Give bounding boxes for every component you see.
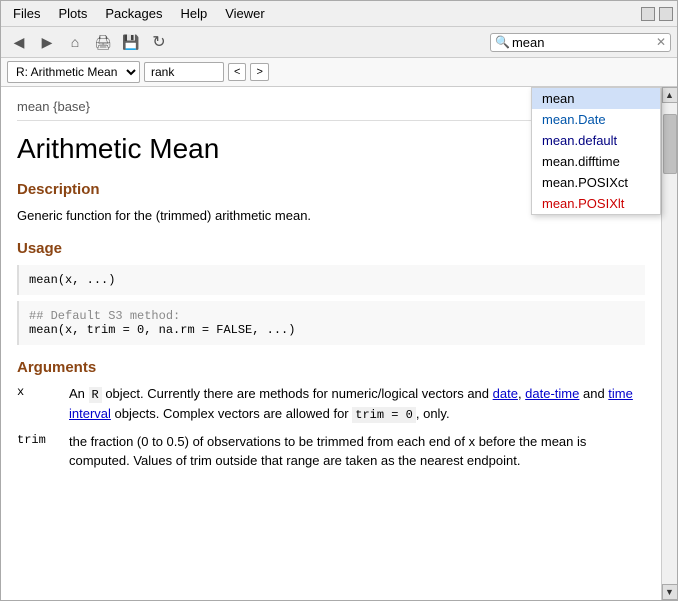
- autocomplete-mean-posixct[interactable]: mean.POSIXct: [532, 172, 660, 193]
- search-clear-icon[interactable]: ✕: [656, 35, 666, 49]
- topic-select[interactable]: R: Arithmetic Mean: [7, 61, 140, 83]
- search-input[interactable]: [512, 35, 652, 50]
- menu-packages[interactable]: Packages: [97, 3, 170, 24]
- home-button[interactable]: ⌂: [63, 30, 87, 54]
- search-icon: 🔍: [495, 35, 510, 49]
- menu-plots[interactable]: Plots: [50, 3, 95, 24]
- rank-input[interactable]: [144, 62, 224, 82]
- link-date-time[interactable]: date-time: [525, 386, 579, 401]
- autocomplete-mean-difftime[interactable]: mean.difftime: [532, 151, 660, 172]
- maximize-btn[interactable]: [659, 7, 673, 21]
- next-button[interactable]: >: [250, 63, 268, 81]
- save-button[interactable]: 💾: [119, 30, 143, 54]
- scrollbar-track[interactable]: [663, 104, 677, 583]
- autocomplete-mean-default[interactable]: mean.default: [532, 130, 660, 151]
- usage-code1: mean(x, ...): [17, 265, 645, 295]
- print-button[interactable]: 🖨: [91, 30, 115, 54]
- navbar: R: Arithmetic Mean < >: [1, 58, 677, 87]
- scrollbar-thumb[interactable]: [663, 114, 677, 174]
- section-usage-title: Usage: [17, 240, 645, 257]
- toolbar: ◀ ▶ ⌂ 🖨 💾 ↻ 🔍 ✕: [1, 27, 677, 58]
- arg-trim-desc: the fraction (0 to 0.5) of observations …: [69, 432, 645, 471]
- scroll-up-btn[interactable]: ▲: [662, 87, 678, 103]
- arg-x-row: x An R object. Currently there are metho…: [17, 384, 645, 424]
- autocomplete-mean-posixlt[interactable]: mean.POSIXlt: [532, 193, 660, 214]
- content-wrapper: mean {base} R Do Arithmetic Mean Descrip…: [1, 87, 677, 600]
- back-button[interactable]: ◀: [7, 30, 31, 54]
- scrollbar: ▲ ▼: [661, 87, 677, 600]
- r-inline: R: [89, 387, 102, 403]
- menu-viewer[interactable]: Viewer: [217, 3, 273, 24]
- doc-header-left: mean {base}: [17, 99, 90, 114]
- menubar: Files Plots Packages Help Viewer: [1, 1, 677, 27]
- autocomplete-dropdown: mean mean.Date mean.default mean.difftim…: [531, 87, 661, 215]
- trim-code: trim = 0: [352, 407, 416, 423]
- usage-code2: ## Default S3 method: mean(x, trim = 0, …: [17, 301, 645, 345]
- section-arguments-title: Arguments: [17, 359, 645, 376]
- forward-button[interactable]: ▶: [35, 30, 59, 54]
- scroll-down-btn[interactable]: ▼: [662, 584, 678, 600]
- arg-trim-name: trim: [17, 432, 53, 471]
- refresh-button[interactable]: ↻: [147, 30, 171, 54]
- autocomplete-mean[interactable]: mean: [532, 88, 660, 109]
- arg-x-desc: An R object. Currently there are methods…: [69, 384, 645, 424]
- autocomplete-mean-date[interactable]: mean.Date: [532, 109, 660, 130]
- search-container: 🔍 ✕: [490, 33, 671, 52]
- arguments-table: x An R object. Currently there are metho…: [17, 384, 645, 471]
- link-date[interactable]: date: [493, 386, 518, 401]
- arg-trim-row: trim the fraction (0 to 0.5) of observat…: [17, 432, 645, 471]
- minimize-btn[interactable]: [641, 7, 655, 21]
- prev-button[interactable]: <: [228, 63, 246, 81]
- arg-x-name: x: [17, 384, 53, 424]
- menu-files[interactable]: Files: [5, 3, 48, 24]
- menu-help[interactable]: Help: [172, 3, 215, 24]
